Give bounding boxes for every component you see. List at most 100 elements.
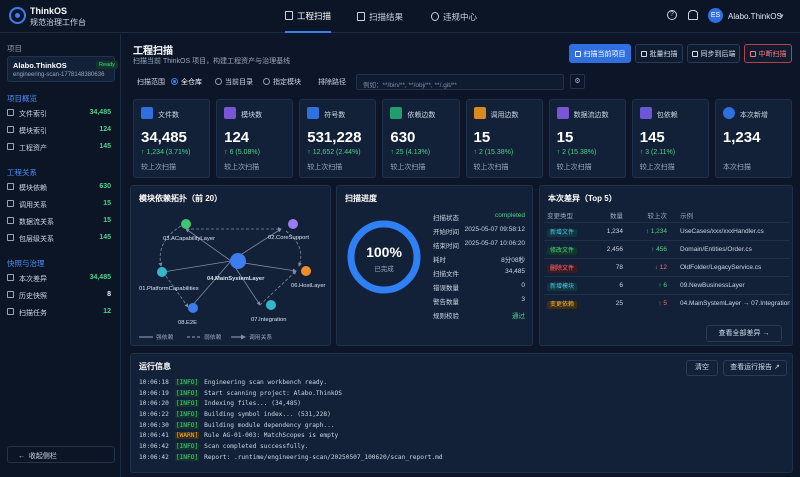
radio-current-dir[interactable]: 当前目录 bbox=[215, 77, 253, 87]
document-icon bbox=[285, 11, 293, 20]
topology-graph[interactable]: 03.ACapabilityLayer 02.CoreSupport 04.Ma… bbox=[131, 186, 332, 347]
sidebar-item-scan-tasks[interactable]: 扫描任务 12 bbox=[7, 307, 115, 318]
stats-cards: 文件数 34,485 ↑ 1,234 (3.71%) 较上次扫描 模块数 124 ↑ 6 … bbox=[133, 99, 792, 178]
node-03[interactable] bbox=[181, 219, 191, 229]
help-icon[interactable]: ? bbox=[667, 10, 677, 20]
node-01[interactable] bbox=[157, 267, 167, 277]
dependency-icon bbox=[7, 183, 14, 190]
diff-panel: 本次差异（Top 5） 变更类型 数量 较上次 示例 新增文件 1,234 ↑ … bbox=[539, 185, 793, 346]
task-icon bbox=[7, 308, 14, 315]
sidebar-item-assets[interactable]: 工程资产 145 bbox=[7, 142, 115, 153]
sidebar-item-data-flow[interactable]: 数据流关系 15 bbox=[7, 216, 115, 227]
field-label-status: 扫描状态 bbox=[433, 215, 459, 222]
stat-card-new-this-scan: 本次新增 1,234 本次扫描 bbox=[714, 99, 792, 178]
user-name[interactable]: Alabo.ThinkOS bbox=[728, 12, 782, 21]
log-list: 10:06:18 [INFO] Engineering scan workbench… bbox=[139, 379, 799, 465]
table-row[interactable]: 修改文件 2,456 ↑ 456 Domain/Entities/Order.c… bbox=[544, 240, 790, 259]
page-title: 工程扫描 bbox=[133, 46, 173, 57]
tab-scan-results[interactable]: 扫描结果 bbox=[357, 0, 403, 33]
table-row[interactable]: 变更依赖 25 ↑ 5 04.MainSystemLayer → 07.Inte… bbox=[544, 294, 790, 313]
node-label-03: 03.ACapabilityLayer bbox=[163, 236, 215, 242]
node-02[interactable] bbox=[288, 219, 298, 229]
node-06[interactable] bbox=[301, 266, 311, 276]
log-line: 10:06:20 [INFO] Indexing files... (34,485) bbox=[139, 400, 302, 408]
sidebar-item-file-index[interactable]: 文件索引 34,485 bbox=[7, 108, 115, 119]
field-label-errors: 错误数量 bbox=[433, 285, 459, 292]
file-icon bbox=[7, 109, 14, 116]
abort-scan-button[interactable]: 中断扫描 bbox=[744, 44, 792, 63]
field-value-errors: 0 bbox=[521, 282, 525, 289]
avatar[interactable]: ES bbox=[708, 8, 723, 23]
topology-panel: 模块依赖拓扑（前 20） 03.ACapabilityLayer 02.Core… bbox=[130, 185, 331, 346]
log-line: 10:06:42 [INFO] Report: .runtime/engineeri… bbox=[139, 453, 443, 461]
batch-scan-button[interactable]: 批量扫描 bbox=[635, 44, 683, 63]
radio-full-repo[interactable]: 全仓库 bbox=[171, 77, 202, 87]
tab-engineering-scan[interactable]: 工程扫描 bbox=[285, 0, 332, 33]
bell-icon[interactable] bbox=[688, 10, 698, 20]
radio-icon bbox=[263, 78, 270, 85]
cube-icon bbox=[224, 107, 237, 119]
legend-weak: 弱依赖 bbox=[204, 333, 222, 341]
progress-title: 扫描进度 bbox=[345, 194, 377, 203]
asset-icon bbox=[7, 143, 14, 150]
sidebar: 项目 Alabo.ThinkOS Ready engineering-scan-… bbox=[0, 34, 121, 477]
stop-icon bbox=[749, 50, 756, 57]
progress-percent: 100% bbox=[366, 244, 402, 260]
sidebar-item-history[interactable]: 历史快照 8 bbox=[7, 290, 115, 301]
legend-strong: 强依赖 bbox=[156, 333, 174, 341]
field-value-warnings: 3 bbox=[521, 296, 525, 303]
diff-table: 变更类型 数量 较上次 示例 新增文件 1,234 ↑ 1,234 UseCas… bbox=[544, 208, 790, 313]
gear-icon[interactable]: ⚙ bbox=[570, 74, 585, 89]
log-line: 10:06:18 [INFO] Engineering scan workbench… bbox=[139, 379, 328, 386]
field-label-end: 结束时间 bbox=[433, 243, 459, 250]
view-report-button[interactable]: 查看运行报告 ↗ bbox=[723, 360, 787, 376]
stat-card-symbols: 符号数 531,228 ↑ 12,652 (2.44%) 较上次扫描 bbox=[299, 99, 377, 178]
node-08[interactable] bbox=[188, 303, 198, 313]
chevron-down-icon[interactable]: ▾ bbox=[780, 12, 784, 20]
clock-icon bbox=[722, 107, 735, 119]
field-value-files: 34,485 bbox=[505, 268, 525, 275]
stat-card-modules: 模块数 124 ↑ 6 (5.08%) 较上次扫描 bbox=[216, 99, 294, 178]
table-header: 变更类型 数量 较上次 示例 bbox=[547, 213, 693, 220]
top-bar: ThinkOS 规范治理工作台 工程扫描 扫描结果 违规中心 ? ES Alab… bbox=[0, 0, 800, 33]
scan-range-label: 扫描范围 bbox=[137, 79, 165, 86]
node-label-04: 04.MainSystemLayer bbox=[207, 276, 265, 282]
table-row[interactable]: 新增文件 1,234 ↑ 1,234 UseCases/xxx/xxxHandl… bbox=[544, 222, 790, 241]
project-card[interactable]: Alabo.ThinkOS Ready engineering-scan-177… bbox=[7, 56, 118, 82]
exclude-path-input[interactable]: 例如：**/bin/**, **/obj/**, **/.git/** bbox=[356, 74, 564, 90]
code-icon bbox=[357, 12, 365, 21]
field-value-duration: 8分08秒 bbox=[501, 257, 525, 264]
sync-backend-button[interactable]: 同步到后端 bbox=[687, 44, 740, 63]
see-all-diff-button[interactable]: 查看全部差异 → bbox=[706, 325, 782, 342]
tab-violation-center[interactable]: 违规中心 bbox=[431, 0, 477, 33]
node-07[interactable] bbox=[266, 300, 276, 310]
refresh-icon bbox=[640, 50, 647, 57]
section-title-relations: 工程关系 bbox=[7, 168, 37, 177]
sidebar-item-diff[interactable]: 本次差异 34,485 bbox=[7, 273, 115, 284]
diff-icon bbox=[7, 274, 14, 281]
code-icon bbox=[307, 107, 320, 119]
sidebar-item-module-index[interactable]: 模块索引 124 bbox=[7, 125, 115, 136]
progress-panel: 扫描进度 100% 已完成 扫描状态 completed 开始时间 2025-05-… bbox=[336, 185, 533, 346]
collapse-sidebar-button[interactable]: ← 收起侧栏 bbox=[7, 446, 115, 463]
node-04[interactable] bbox=[230, 253, 246, 269]
radio-specific-module[interactable]: 指定模块 bbox=[263, 77, 301, 87]
call-icon bbox=[473, 107, 486, 119]
sync-icon bbox=[691, 50, 698, 57]
page-subtitle: 扫描当前 ThinkOS 项目，构建工程资产与治理基线 bbox=[133, 58, 291, 65]
clear-log-button[interactable]: 清空 bbox=[686, 360, 718, 376]
project-name: Alabo.ThinkOS bbox=[13, 61, 67, 70]
field-label-duration: 耗时 bbox=[433, 257, 446, 264]
sidebar-item-call-relations[interactable]: 调用关系 15 bbox=[7, 199, 115, 210]
log-line: 10:06:19 [INFO] Start scanning project: Al… bbox=[139, 389, 343, 397]
sidebar-item-module-deps[interactable]: 模块依赖 630 bbox=[7, 182, 115, 193]
sidebar-item-package-hierarchy[interactable]: 包层级关系 145 bbox=[7, 233, 115, 244]
scan-project-button[interactable]: 扫描当前项目 bbox=[569, 44, 631, 63]
app-name: ThinkOS bbox=[30, 6, 68, 16]
table-row[interactable]: 删除文件 78 ↓ 12 OldFolder/LegacyService.cs bbox=[544, 258, 790, 277]
progress-status-text: 已完成 bbox=[374, 266, 394, 273]
stat-card-data-flow-edges: 数据流边数 15 ↑ 2 (15.38%) 较上次扫描 bbox=[548, 99, 626, 178]
package-icon bbox=[7, 234, 14, 241]
stat-card-call-edges: 调用边数 15 ↑ 2 (15.38%) 较上次扫描 bbox=[465, 99, 543, 178]
table-row[interactable]: 新增模块 6 ↑ 6 09.NewBusinessLayer bbox=[544, 276, 790, 295]
